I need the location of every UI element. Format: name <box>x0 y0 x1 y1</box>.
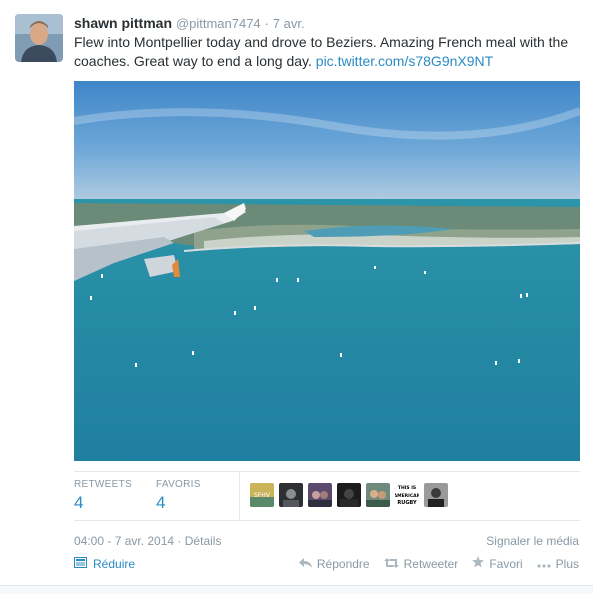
media-link[interactable]: pic.twitter.com/s78G9nX9NT <box>316 53 493 69</box>
more-icon <box>537 557 551 571</box>
svg-text:AMERICAN: AMERICAN <box>395 493 419 499</box>
collapse-icon <box>74 557 87 571</box>
full-timestamp[interactable]: 04:00 - 7 avr. 2014 <box>74 534 174 548</box>
favoriter-avatar[interactable]: THIS IS AMERICAN RUGBY <box>395 483 419 507</box>
favoriter-avatars: SFHV THIS IS AMERICAN RUGBY <box>250 483 448 507</box>
retweets-stat[interactable]: RETWEETS 4 <box>74 479 132 513</box>
favoriter-avatar[interactable] <box>366 483 390 507</box>
reply-button[interactable]: Répondre <box>298 556 370 571</box>
report-media-link[interactable]: Signaler le média <box>486 534 579 548</box>
retweets-label: RETWEETS <box>74 479 132 490</box>
tweet-actions: Répondre Retweeter Favori Plus <box>298 556 579 571</box>
details-link[interactable]: Détails <box>185 534 222 548</box>
avatar[interactable] <box>15 14 63 62</box>
tweet-header: shawn pittman @pittman7474 · 7 avr. <box>74 14 305 33</box>
retweet-icon <box>383 557 399 571</box>
tweet-photo[interactable] <box>74 81 580 461</box>
favoriter-avatar[interactable]: SFHV <box>250 483 274 507</box>
username[interactable]: @pittman7474 <box>176 16 261 31</box>
favoriter-avatar[interactable] <box>279 483 303 507</box>
header-separator: · <box>264 16 269 31</box>
favorites-stat[interactable]: FAVORIS 4 <box>156 479 201 513</box>
retweet-label: Retweeter <box>403 556 459 571</box>
svg-text:SFHV: SFHV <box>254 492 271 499</box>
more-label: Plus <box>555 556 579 571</box>
star-icon <box>472 556 485 571</box>
retweets-count: 4 <box>74 493 84 512</box>
favorite-button[interactable]: Favori <box>472 556 523 571</box>
tweet-stats: RETWEETS 4 FAVORIS 4 SFHV THIS IS AMERIC… <box>74 471 580 521</box>
reply-icon <box>298 557 312 571</box>
favorite-label: Favori <box>489 556 523 571</box>
svg-text:RUGBY: RUGBY <box>397 500 417 506</box>
tweet-text: Flew into Montpellier today and drove to… <box>74 33 579 71</box>
collapse-button[interactable]: Réduire <box>74 557 135 571</box>
favoriter-avatar[interactable] <box>337 483 361 507</box>
favoriter-avatar[interactable] <box>308 483 332 507</box>
meta-separator: · <box>177 534 182 548</box>
more-button[interactable]: Plus <box>537 556 579 571</box>
reply-label: Répondre <box>316 556 370 571</box>
tweet-card: shawn pittman @pittman7474 · 7 avr. Flew… <box>0 0 593 594</box>
tweet-meta: 04:00 - 7 avr. 2014 · Détails <box>74 534 221 548</box>
retweet-button[interactable]: Retweeter <box>383 556 459 571</box>
collapse-label: Réduire <box>93 557 136 571</box>
fullname[interactable]: shawn pittman <box>74 15 172 31</box>
stats-divider <box>239 472 240 520</box>
favorites-count: 4 <box>156 493 166 512</box>
favoriter-avatar[interactable] <box>424 483 448 507</box>
favorites-label: FAVORIS <box>156 479 201 490</box>
tweet-time[interactable]: 7 avr. <box>273 16 305 31</box>
svg-text:THIS IS: THIS IS <box>398 485 416 491</box>
